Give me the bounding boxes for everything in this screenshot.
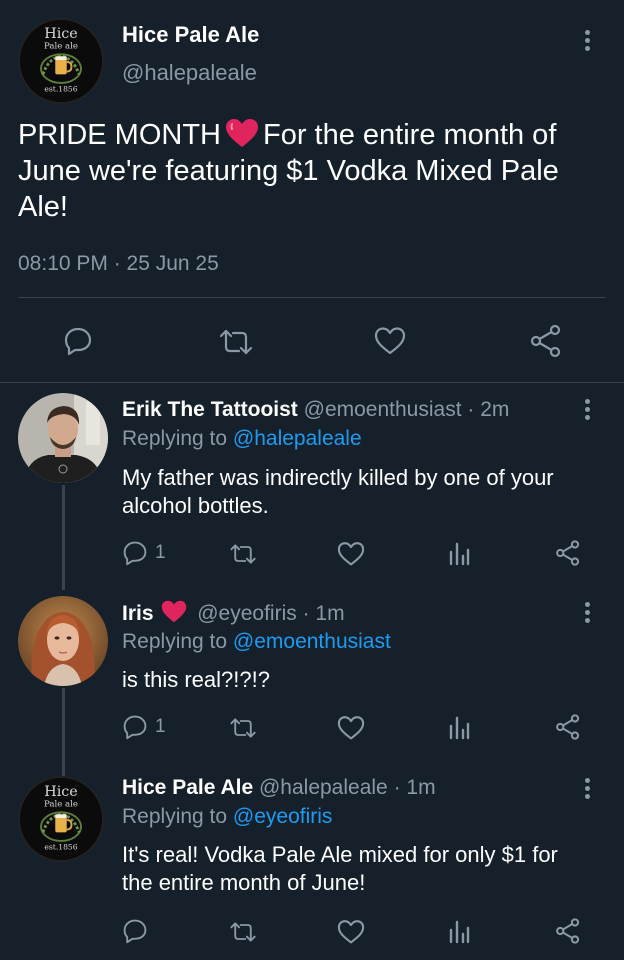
avatar[interactable]: Hice Pale ale est.1856: [18, 18, 104, 104]
more-options-icon[interactable]: [583, 778, 591, 799]
retweet-icon[interactable]: [229, 920, 257, 944]
avatar[interactable]: [18, 596, 108, 686]
thread-line: [62, 688, 65, 776]
reply-count: 1: [155, 542, 166, 563]
retweet-icon[interactable]: [229, 716, 257, 740]
logo-line1: Hice: [44, 784, 78, 800]
replying-to: Replying to @halepaleale: [122, 427, 362, 451]
analytics-icon[interactable]: [448, 918, 470, 944]
reply-header: Iris @eyeofiris · 1m: [122, 600, 345, 626]
reply-icon[interactable]: [63, 326, 93, 356]
analytics-icon[interactable]: [448, 540, 470, 566]
replying-to-link[interactable]: @emoenthusiast: [233, 630, 391, 653]
replying-to-label: Replying to: [122, 630, 228, 653]
iris-avatar: [18, 596, 108, 686]
replying-to: Replying to @eyeofiris: [122, 805, 332, 829]
logo-line3: est.1856: [44, 843, 77, 852]
reply-text: It's real! Vodka Pale Ale mixed for only…: [122, 842, 558, 895]
reply-icon[interactable]: [122, 714, 148, 740]
like-icon[interactable]: [374, 326, 406, 356]
reply-header: Erik The Tattooist @emoenthusiast · 2m: [122, 398, 509, 422]
reply-count: 1: [155, 716, 166, 737]
avatar[interactable]: Hice Pale ale est.1856: [18, 776, 104, 862]
erik-avatar: [18, 393, 108, 483]
red-heart-icon: [226, 119, 258, 147]
red-heart-icon: [162, 600, 187, 623]
like-icon[interactable]: [337, 541, 365, 567]
display-name[interactable]: Hice Pale Ale: [122, 22, 259, 48]
reply-text: is this real?!?!?: [122, 667, 270, 692]
replying-to-link[interactable]: @eyeofiris: [233, 805, 333, 828]
display-name[interactable]: Erik The Tattooist: [122, 398, 298, 421]
more-options-icon[interactable]: [583, 602, 591, 623]
reply-header: Hice Pale Ale @halepaleale · 1m: [122, 776, 436, 800]
replying-to: Replying to @emoenthusiast: [122, 630, 391, 654]
retweet-icon[interactable]: [218, 327, 254, 357]
thread-line: [62, 485, 65, 590]
share-icon[interactable]: [554, 713, 582, 741]
handle-and-time[interactable]: @eyeofiris · 1m: [197, 602, 344, 625]
reply-icon[interactable]: [122, 540, 148, 566]
replying-to-label: Replying to: [122, 427, 228, 450]
share-icon[interactable]: [554, 917, 582, 945]
hice-logo: Hice Pale ale est.1856: [20, 20, 102, 102]
display-name[interactable]: Hice Pale Ale: [122, 776, 253, 799]
like-icon[interactable]: [337, 919, 365, 945]
more-options-icon[interactable]: [583, 399, 591, 420]
more-options-icon[interactable]: [583, 30, 591, 51]
logo-line1: Hice: [44, 26, 78, 42]
replying-to-label: Replying to: [122, 805, 228, 828]
handle-and-time[interactable]: @halepaleale · 1m: [259, 776, 436, 799]
hice-logo: Hice Pale ale est.1856: [20, 778, 102, 860]
reply-icon[interactable]: [122, 918, 148, 944]
handle[interactable]: @halepaleale: [122, 60, 257, 86]
divider: [0, 382, 624, 383]
reply-text: My father was indirectly killed by one o…: [122, 465, 554, 518]
share-icon[interactable]: [528, 323, 564, 359]
handle-and-time[interactable]: @emoenthusiast · 2m: [304, 398, 510, 421]
tweet-text: PRIDE MONTH For the entire month of June …: [18, 117, 614, 225]
analytics-icon[interactable]: [448, 714, 470, 740]
retweet-icon[interactable]: [229, 542, 257, 566]
like-icon[interactable]: [337, 715, 365, 741]
avatar[interactable]: [18, 393, 108, 483]
display-name[interactable]: Iris: [122, 602, 154, 625]
logo-line2: Pale ale: [44, 42, 78, 52]
logo-line3: est.1856: [44, 85, 77, 94]
divider: [18, 297, 606, 298]
share-icon[interactable]: [554, 539, 582, 567]
logo-line2: Pale ale: [44, 800, 78, 810]
tweet-text-part1: PRIDE MONTH: [18, 119, 221, 151]
tweet-timestamp[interactable]: 08:10 PM · 25 Jun 25: [18, 252, 219, 276]
replying-to-link[interactable]: @halepaleale: [233, 427, 362, 450]
